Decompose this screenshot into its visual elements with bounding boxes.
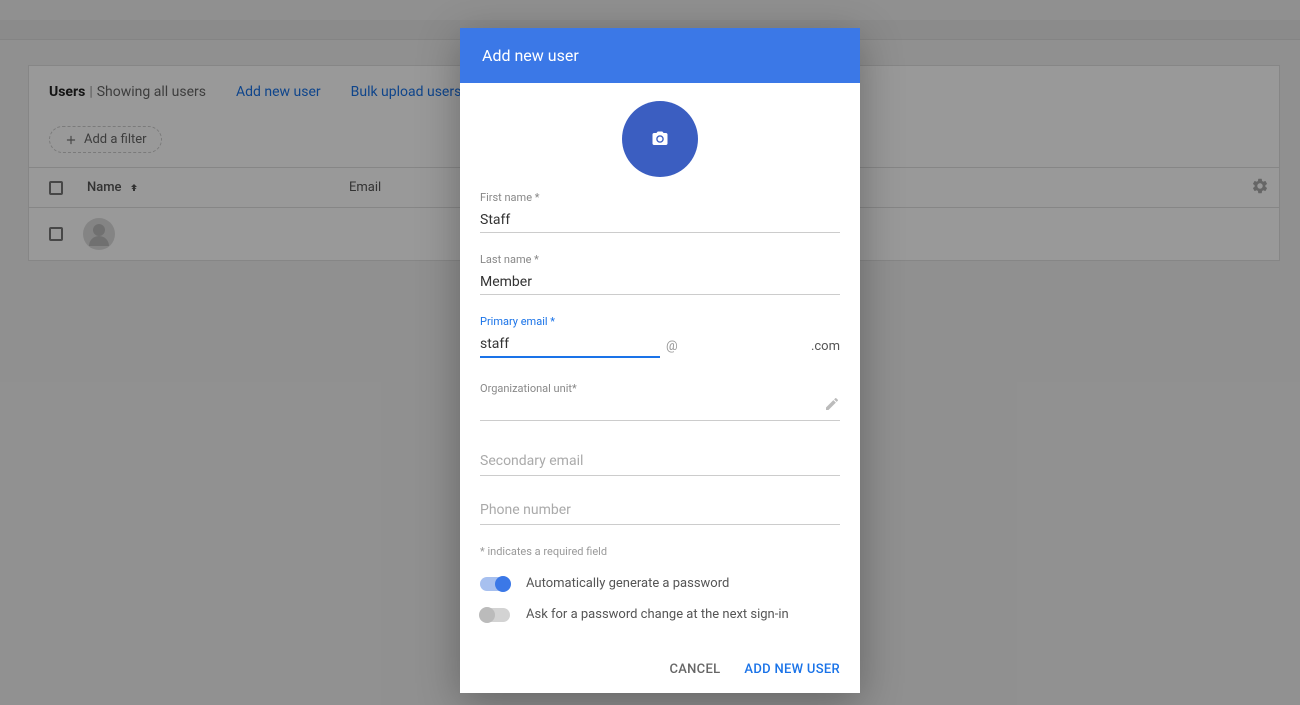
- last-name-label: Last name *: [480, 253, 840, 266]
- primary-email-field: Primary email * @ .com: [480, 315, 840, 358]
- org-unit-input[interactable]: [480, 399, 840, 421]
- auto-password-label: Automatically generate a password: [526, 576, 729, 591]
- first-name-input[interactable]: [480, 208, 840, 233]
- ask-change-toggle[interactable]: [480, 608, 510, 622]
- secondary-email-field: [480, 447, 840, 476]
- dialog-actions: CANCEL ADD NEW USER: [460, 650, 860, 693]
- email-at-symbol: @: [666, 339, 678, 358]
- secondary-email-input[interactable]: [480, 447, 840, 476]
- cancel-button[interactable]: CANCEL: [669, 662, 720, 677]
- camera-icon: [650, 130, 670, 148]
- ask-change-row: Ask for a password change at the next si…: [480, 607, 840, 622]
- first-name-field: First name *: [480, 191, 840, 233]
- add-user-dialog: Add new user First name * Last name * Pr…: [460, 28, 860, 693]
- first-name-label: First name *: [480, 191, 840, 204]
- primary-email-label: Primary email *: [480, 315, 840, 328]
- dialog-title: Add new user: [460, 28, 860, 83]
- auto-password-toggle[interactable]: [480, 577, 510, 591]
- phone-input[interactable]: [480, 496, 840, 525]
- auto-password-row: Automatically generate a password: [480, 576, 840, 591]
- phone-field: [480, 496, 840, 525]
- email-domain: .com: [811, 339, 840, 358]
- primary-email-input[interactable]: [480, 332, 660, 358]
- org-unit-edit-button[interactable]: [824, 396, 840, 416]
- org-unit-label: Organizational unit*: [480, 382, 840, 395]
- pencil-icon: [824, 396, 840, 412]
- last-name-input[interactable]: [480, 270, 840, 295]
- last-name-field: Last name *: [480, 253, 840, 295]
- avatar-upload-button[interactable]: [622, 101, 698, 177]
- ask-change-label: Ask for a password change at the next si…: [526, 607, 789, 622]
- required-hint: * indicates a required field: [480, 545, 840, 558]
- add-new-user-button[interactable]: ADD NEW USER: [744, 662, 840, 677]
- org-unit-field: Organizational unit*: [480, 382, 840, 421]
